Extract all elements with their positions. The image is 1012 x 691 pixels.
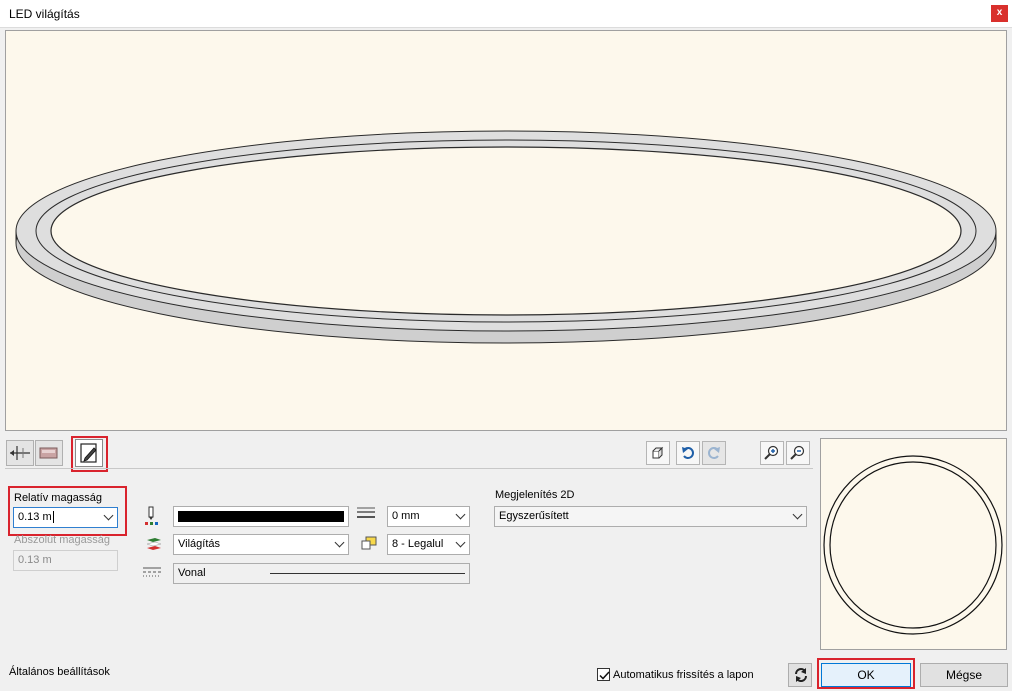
draw-order-icon	[361, 536, 377, 550]
general-settings-link[interactable]: Általános beállítások	[9, 666, 110, 678]
undo-icon	[682, 447, 694, 459]
led-ring-2d-preview	[823, 455, 1003, 635]
window-title: LED világítás	[9, 7, 80, 21]
line-type-icon	[143, 567, 161, 577]
refresh-button[interactable]	[788, 663, 812, 687]
display-2d-select[interactable]: Egyszerűsített	[494, 506, 807, 527]
redo-button[interactable]	[702, 441, 726, 465]
absolute-height-label: Abszolút magasság	[14, 534, 110, 546]
highlight-drawing-tab	[71, 436, 108, 472]
redo-icon	[708, 447, 720, 459]
tab-material[interactable]	[35, 440, 63, 466]
pen-color-icon	[145, 506, 158, 525]
auto-refresh-label: Automatikus frissítés a lapon	[613, 669, 754, 681]
layer-icon	[146, 538, 162, 550]
auto-refresh-checkbox[interactable]	[597, 668, 610, 681]
cancel-button[interactable]: Mégse	[920, 663, 1008, 687]
profile-dimension-icon	[10, 446, 30, 460]
2d-preview	[820, 438, 1007, 650]
highlight-ok-button	[817, 658, 915, 689]
highlight-relative-height	[8, 486, 127, 536]
display-2d-value: Egyszerűsített	[499, 510, 569, 522]
line-type-preview	[270, 573, 465, 574]
undo-button[interactable]	[676, 441, 700, 465]
checkmark-icon	[599, 671, 610, 680]
line-type-field[interactable]: Vonal	[173, 563, 470, 584]
toolbar-separator	[5, 468, 813, 469]
pen-color-field[interactable]	[173, 506, 349, 527]
display-2d-label: Megjelenítés 2D	[495, 489, 575, 501]
zoom-in-icon	[764, 445, 779, 460]
chevron-down-icon	[334, 537, 345, 548]
draw-order-select[interactable]: 8 - Legalul	[387, 534, 470, 555]
3d-box-icon	[652, 446, 664, 459]
close-button[interactable]: x	[991, 5, 1008, 22]
material-icon	[39, 447, 58, 459]
line-type-value: Vonal	[178, 567, 206, 579]
chevron-down-icon	[455, 509, 466, 520]
zoom-out-button[interactable]	[786, 441, 810, 465]
layer-value: Világítás	[178, 538, 220, 550]
layer-select[interactable]: Világítás	[173, 534, 349, 555]
chevron-down-icon	[792, 509, 803, 520]
draw-order-value: 8 - Legalul	[392, 538, 444, 550]
3d-viewport[interactable]	[5, 30, 1007, 431]
chevron-down-icon	[455, 537, 466, 548]
line-thickness-icon	[357, 507, 375, 518]
line-thickness-select[interactable]: 0 mm	[387, 506, 470, 527]
pen-color-swatch	[178, 511, 344, 522]
zoom-in-button[interactable]	[760, 441, 784, 465]
zoom-out-icon	[790, 445, 805, 460]
line-thickness-value: 0 mm	[392, 510, 420, 522]
absolute-height-field: 0.13 m	[13, 550, 118, 571]
title-bar: LED világítás x	[0, 0, 1012, 28]
refresh-icon	[795, 668, 807, 682]
led-ring-3d-model	[15, 130, 997, 344]
tab-profile[interactable]	[6, 440, 34, 466]
3d-view-button[interactable]	[646, 441, 670, 465]
